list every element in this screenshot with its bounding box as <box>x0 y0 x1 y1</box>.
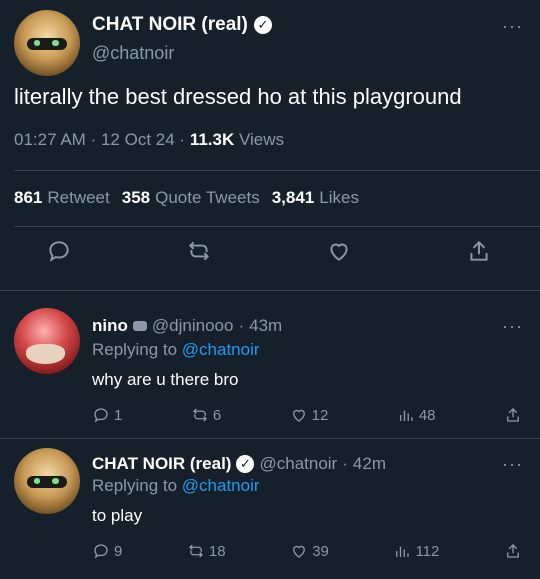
retweet-button[interactable] <box>186 238 214 266</box>
author-row: nino @djninooo · 43m <box>92 316 282 336</box>
divider <box>0 290 540 291</box>
heart-icon <box>330 243 348 261</box>
analytics-icon <box>396 546 410 557</box>
tweet-time[interactable]: 01:27 AM <box>14 130 86 149</box>
heart-icon <box>292 409 305 422</box>
handle[interactable]: @chatnoir <box>92 43 174 64</box>
quotes-count: 358 <box>121 188 151 207</box>
separator: · <box>90 130 97 149</box>
reply-text: why are u there bro <box>92 370 239 389</box>
verified-icon: ✓ <box>236 455 255 473</box>
reply-icon <box>94 408 108 423</box>
like-button[interactable] <box>326 238 354 266</box>
share-button[interactable] <box>466 238 494 266</box>
display-name[interactable]: nino <box>92 316 128 336</box>
views-label: Views <box>239 130 285 149</box>
more-icon[interactable]: ··· <box>502 16 523 37</box>
analytics-icon <box>399 410 413 421</box>
quotes-label: Quote Tweets <box>155 188 260 207</box>
more-icon[interactable]: ··· <box>502 454 523 475</box>
avatar[interactable] <box>14 448 80 514</box>
views-count: 112 <box>415 542 440 560</box>
retweets-count: 861 <box>14 188 43 207</box>
share-button[interactable] <box>504 542 522 560</box>
reply-icon <box>94 544 108 559</box>
reply-tweet[interactable]: CHAT NOIR (real) ✓ @chatnoir · 42m ··· R… <box>0 440 540 576</box>
retweet-icon <box>188 241 210 261</box>
tweet-text: literally the best dressed ho at this pl… <box>14 84 462 109</box>
separator: · <box>342 454 348 473</box>
likes-count: 3,841 <box>271 188 315 207</box>
retweet-button[interactable]: 6 <box>191 406 221 424</box>
avatar[interactable] <box>14 308 80 374</box>
retweets-stat[interactable]: 861 Retweet <box>14 188 110 208</box>
like-button[interactable]: 12 <box>290 406 329 424</box>
divider <box>14 170 540 171</box>
handle[interactable]: @chatnoir <box>259 454 337 474</box>
replying-label: Replying to <box>92 340 178 359</box>
retweet-count: 18 <box>208 542 226 560</box>
reply-count: 9 <box>114 542 123 560</box>
reply-tweet[interactable]: nino @djninooo · 43m ··· Replying to @ch… <box>0 300 540 436</box>
views-button[interactable]: 48 <box>397 406 436 424</box>
reply-icon <box>49 241 69 262</box>
tweet-date[interactable]: 12 Oct 24 <box>101 130 175 149</box>
replying-label: Replying to <box>92 476 178 495</box>
views-count: 11.3K <box>189 130 235 149</box>
share-icon <box>507 408 519 422</box>
author-row: CHAT NOIR (real) ✓ @chatnoir · 42m <box>92 454 386 474</box>
engagement-stats: 861 Retweet 358 Quote Tweets 3,841 Likes <box>14 188 359 208</box>
views-button[interactable]: 112 <box>393 542 439 560</box>
retweet-icon <box>192 408 207 422</box>
microphone-icon <box>132 321 147 331</box>
tweet-meta: 01:27 AM · 12 Oct 24 · 11.3K Views <box>14 130 284 150</box>
replying-to: Replying to @chatnoir <box>92 476 260 496</box>
likes-stat[interactable]: 3,841 Likes <box>272 188 359 208</box>
share-icon <box>470 240 488 261</box>
separator: · <box>179 130 186 149</box>
verified-icon: ✓ <box>253 16 272 34</box>
share-icon <box>507 544 519 558</box>
separator: · <box>238 316 245 335</box>
share-button[interactable] <box>504 406 522 424</box>
retweet-icon <box>188 544 203 558</box>
retweet-count: 6 <box>212 406 222 424</box>
replying-to: Replying to @chatnoir <box>92 340 260 360</box>
reply-text: to play <box>92 506 143 525</box>
handle[interactable]: @djninooo <box>152 316 234 336</box>
divider <box>0 438 540 439</box>
reply-actions: 1 6 12 48 <box>92 406 522 424</box>
views-count: 48 <box>418 406 436 424</box>
like-count: 12 <box>311 406 329 424</box>
quotes-stat[interactable]: 358 Quote Tweets <box>122 188 260 208</box>
reply-button[interactable]: 1 <box>92 406 122 424</box>
retweet-button[interactable]: 18 <box>187 542 226 560</box>
reply-count: 1 <box>114 406 123 424</box>
heart-icon <box>293 545 306 558</box>
tweet-age[interactable]: 43m <box>249 316 282 336</box>
more-icon[interactable]: ··· <box>502 316 523 337</box>
retweets-label: Retweet <box>47 188 110 207</box>
replying-handle[interactable]: @chatnoir <box>182 340 260 359</box>
reply-button[interactable]: 9 <box>92 542 122 560</box>
avatar[interactable] <box>14 10 80 76</box>
divider <box>14 226 540 227</box>
tweet-actions <box>0 238 540 278</box>
reply-button[interactable] <box>46 238 74 266</box>
author-row: CHAT NOIR (real) ✓ <box>92 14 272 36</box>
display-name[interactable]: CHAT NOIR (real) <box>92 454 231 474</box>
display-name[interactable]: CHAT NOIR (real) <box>92 14 248 36</box>
like-count: 39 <box>312 542 329 560</box>
like-button[interactable]: 39 <box>290 542 329 560</box>
likes-label: Likes <box>319 188 359 207</box>
reply-actions: 9 18 39 112 <box>92 542 522 560</box>
replying-handle[interactable]: @chatnoir <box>182 476 260 495</box>
tweet-age[interactable]: 42m <box>353 454 386 474</box>
